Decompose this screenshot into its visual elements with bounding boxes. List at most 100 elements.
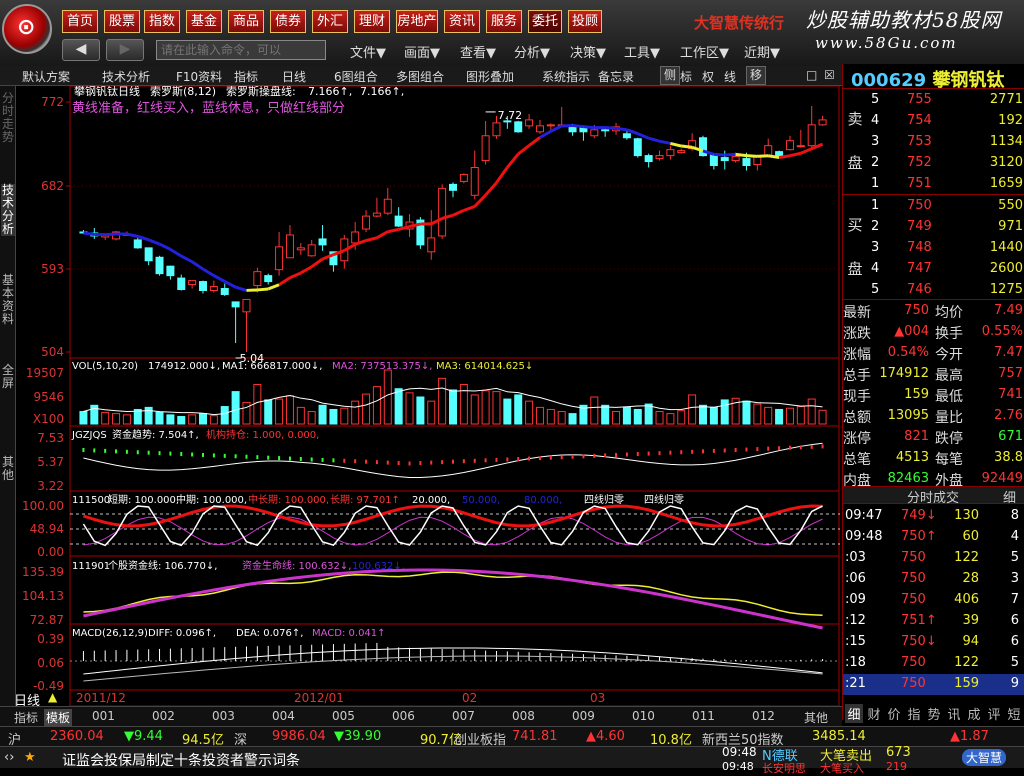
minimize-icon[interactable]: □ bbox=[806, 68, 817, 82]
ask-row[interactable]: 37531134 bbox=[843, 132, 1024, 153]
news-headline[interactable]: 证监会投保局制定十条投资者警示词条 bbox=[62, 750, 300, 770]
soros-line-segment bbox=[149, 240, 160, 244]
side-tab-other[interactable]: 其他 bbox=[1, 456, 15, 482]
side-tab-fundamental[interactable]: 基本资料 bbox=[1, 274, 15, 326]
right-tab-6[interactable]: 成 bbox=[965, 704, 983, 723]
bottom-tab-13[interactable]: 012 bbox=[752, 709, 775, 723]
chart-tab-5[interactable]: 6图组合 bbox=[334, 68, 378, 85]
menu-7[interactable]: 近期▼ bbox=[744, 42, 780, 61]
tick-row[interactable]: :037501225 bbox=[843, 548, 1024, 569]
chart-tab-7[interactable]: 图形叠加 bbox=[466, 68, 514, 85]
right-tab-2[interactable]: 价 bbox=[885, 704, 903, 723]
chart-tab-1[interactable]: 技术分析 bbox=[102, 68, 150, 85]
chart-tab-0[interactable]: 默认方案 bbox=[22, 68, 70, 85]
bottom-tab-12[interactable]: 011 bbox=[692, 709, 715, 723]
bid-row[interactable]: 57461275 bbox=[843, 280, 1024, 301]
tick-row[interactable]: :06750283 bbox=[843, 569, 1024, 590]
menu-4[interactable]: 决策▼ bbox=[570, 42, 606, 61]
back-button[interactable]: ◀ bbox=[62, 39, 100, 61]
right-tab-8[interactable]: 短 bbox=[1005, 704, 1023, 723]
chart-tab-6[interactable]: 多图组合 bbox=[396, 68, 444, 85]
right-tab-3[interactable]: 指 bbox=[905, 704, 923, 723]
right-tab-4[interactable]: 势 bbox=[925, 704, 943, 723]
ticks-detail-link[interactable]: 细 bbox=[1003, 487, 1016, 506]
tick-price: 750 bbox=[901, 676, 926, 691]
chart-tab-3[interactable]: 指标 bbox=[234, 68, 258, 85]
nav-3[interactable]: 基金 bbox=[186, 10, 222, 33]
chart-tab-2[interactable]: F10资料 bbox=[176, 68, 222, 85]
tick-row[interactable]: :187501225 bbox=[843, 653, 1024, 674]
menu-5[interactable]: 工具▼ bbox=[624, 42, 660, 61]
chart-tab-13[interactable]: 线 bbox=[724, 68, 736, 85]
kline-chart[interactable]: 7726825935045.047.72攀钢钒钛日线索罗斯(8,12)索罗斯操盘… bbox=[16, 86, 840, 706]
bottom-tab-2[interactable]: 001 bbox=[92, 709, 115, 723]
chart-tab-14[interactable]: 移 bbox=[746, 66, 766, 85]
ask-row[interactable]: 57552771 bbox=[843, 90, 1024, 111]
ask-row[interactable]: 17511659 bbox=[843, 174, 1024, 195]
nav-10[interactable]: 服务 bbox=[486, 10, 522, 33]
bottom-tab-3[interactable]: 002 bbox=[152, 709, 175, 723]
menu-3[interactable]: 分析▼ bbox=[514, 42, 550, 61]
nav-9[interactable]: 资讯 bbox=[444, 10, 480, 33]
chart-tab-9[interactable]: 备忘录 bbox=[598, 68, 634, 85]
bottom-tab-4[interactable]: 003 bbox=[212, 709, 235, 723]
tick-row[interactable]: 09:48750↑604 bbox=[843, 527, 1024, 548]
menu-0[interactable]: 文件▼ bbox=[350, 42, 386, 61]
chart-tab-10[interactable]: 侧 bbox=[660, 66, 680, 85]
bottom-tab-5[interactable]: 004 bbox=[272, 709, 295, 723]
bottom-tab-9[interactable]: 008 bbox=[512, 709, 535, 723]
bottom-tab-6[interactable]: 005 bbox=[332, 709, 355, 723]
chart-tab-11[interactable]: 标 bbox=[680, 68, 692, 85]
nav-12[interactable]: 投顾 bbox=[568, 10, 602, 33]
nav-4[interactable]: 商品 bbox=[228, 10, 264, 33]
menu-6[interactable]: 工作区▼ bbox=[680, 42, 729, 61]
star-icon[interactable]: ★ bbox=[24, 750, 36, 765]
side-tab-technical[interactable]: 技术分析 bbox=[1, 184, 15, 236]
nav-8[interactable]: 房地产 bbox=[396, 10, 438, 33]
menu-1[interactable]: 画面▼ bbox=[404, 42, 440, 61]
bid-row[interactable]: 2749971 bbox=[843, 217, 1024, 238]
close-icon[interactable]: ☒ bbox=[824, 68, 835, 82]
bottom-tab-7[interactable]: 006 bbox=[392, 709, 415, 723]
chart-tab-8[interactable]: 系统指示 bbox=[542, 68, 590, 85]
bottom-tab-14[interactable]: 其他 bbox=[804, 709, 828, 726]
nav-2[interactable]: 指数 bbox=[144, 10, 180, 33]
forward-button[interactable]: ▶ bbox=[106, 39, 144, 61]
period-arrow-icon[interactable]: ▲ bbox=[48, 690, 57, 704]
side-tab-fullscreen[interactable]: 全屏 bbox=[1, 364, 15, 390]
menu-2[interactable]: 查看▼ bbox=[460, 42, 496, 61]
bid-row[interactable]: 37481440 bbox=[843, 238, 1024, 259]
period-label[interactable]: 日线 bbox=[14, 690, 40, 709]
side-tab-intraday[interactable]: 分时走势 bbox=[1, 92, 15, 144]
tick-row[interactable]: :217501599 bbox=[843, 674, 1024, 695]
nav-6[interactable]: 外汇 bbox=[312, 10, 348, 33]
right-tab-1[interactable]: 财 bbox=[865, 704, 883, 723]
nav-5[interactable]: 债券 bbox=[270, 10, 306, 33]
bottom-tab-0[interactable]: 指标 bbox=[14, 709, 38, 726]
command-input[interactable] bbox=[156, 40, 326, 60]
right-tab-7[interactable]: 评 bbox=[985, 704, 1003, 723]
chart-tab-12[interactable]: 权 bbox=[702, 68, 714, 85]
tick-row[interactable]: :097504067 bbox=[843, 590, 1024, 611]
nav-0[interactable]: 首页 bbox=[62, 10, 98, 33]
tick-row[interactable]: :15750↓946 bbox=[843, 632, 1024, 653]
nav-11[interactable]: 委托 bbox=[528, 10, 562, 33]
bottom-tab-8[interactable]: 007 bbox=[452, 709, 475, 723]
right-tab-0[interactable]: 细 bbox=[845, 704, 863, 723]
nav-1[interactable]: 股票 bbox=[104, 10, 140, 33]
ask-row[interactable]: 27523120 bbox=[843, 153, 1024, 174]
tick-row[interactable]: :12751↑396 bbox=[843, 611, 1024, 632]
bottom-tab-1[interactable]: 模板 bbox=[44, 709, 72, 726]
nav-7[interactable]: 理财 bbox=[354, 10, 390, 33]
right-tab-5[interactable]: 讯 bbox=[945, 704, 963, 723]
bid-row[interactable]: 1750550 bbox=[843, 196, 1024, 217]
bottom-tab-10[interactable]: 009 bbox=[572, 709, 595, 723]
tick-row[interactable]: 09:47749↓1308 bbox=[843, 506, 1024, 527]
app-logo[interactable]: ⊙ bbox=[2, 4, 52, 54]
ask-row[interactable]: 4754192 bbox=[843, 111, 1024, 132]
ticker-prev-icon[interactable]: ‹› bbox=[4, 750, 14, 765]
chart-tab-4[interactable]: 日线 bbox=[282, 68, 306, 85]
bottom-tab-11[interactable]: 010 bbox=[632, 709, 655, 723]
alert-stock-2[interactable]: 长安明思 bbox=[762, 760, 806, 776]
bid-row[interactable]: 47472600 bbox=[843, 259, 1024, 280]
